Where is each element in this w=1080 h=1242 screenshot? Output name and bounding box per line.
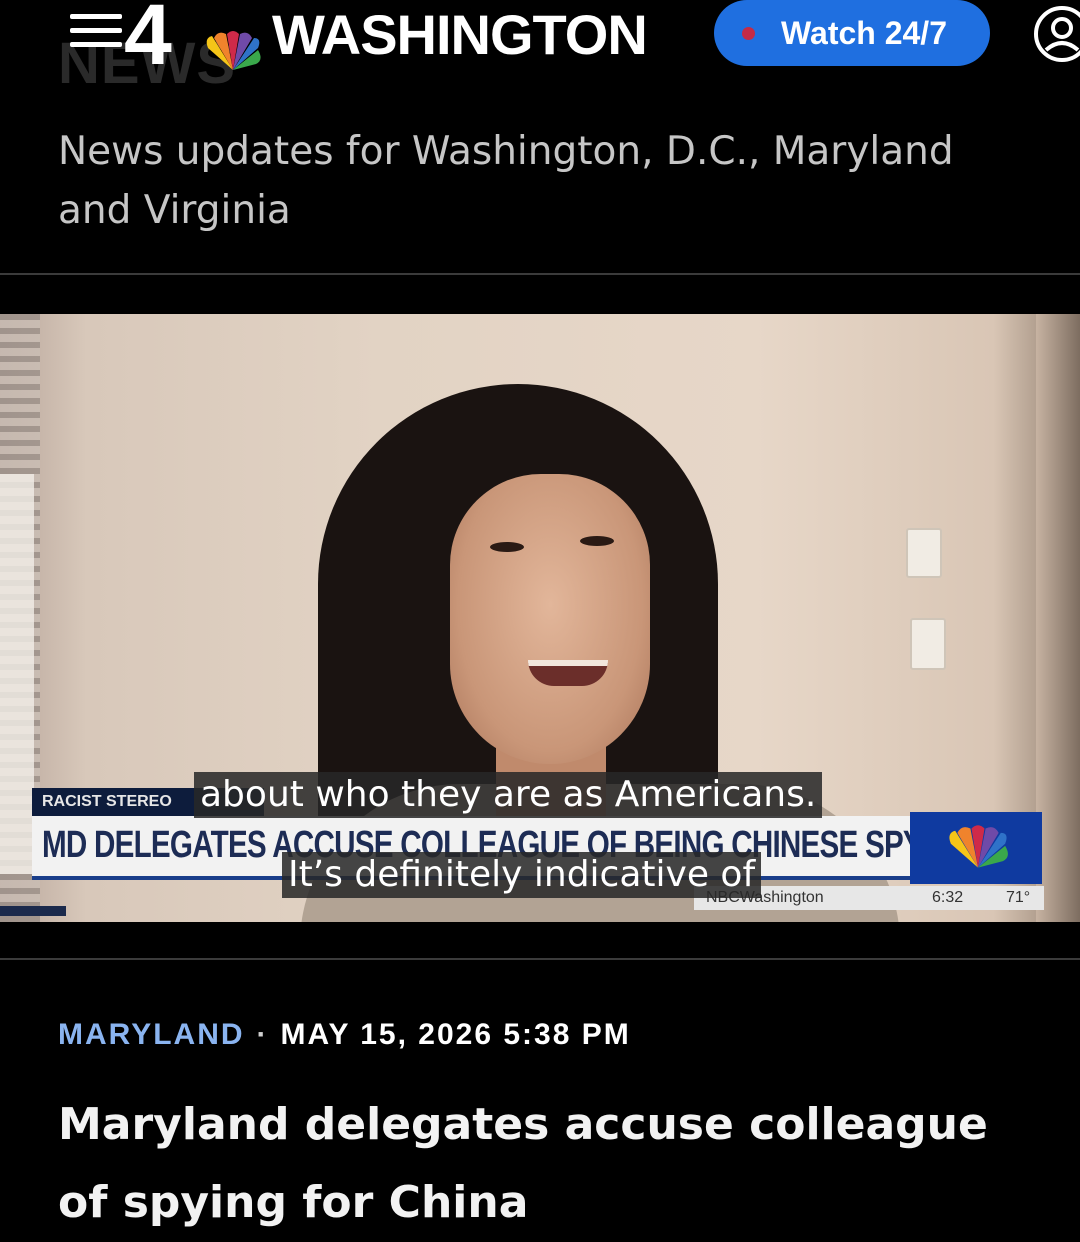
account-icon[interactable] bbox=[1032, 2, 1080, 66]
small-corner-tag bbox=[0, 906, 66, 916]
nbc-peacock-icon bbox=[949, 825, 1008, 868]
caption-line: It’s definitely indicative of bbox=[282, 852, 762, 898]
article-headline[interactable]: Maryland delegates accuse colleague of s… bbox=[58, 1086, 1038, 1242]
article-category-link[interactable]: MARYLAND bbox=[58, 1018, 245, 1051]
article-date: MAY 15, 2026 5:38 PM bbox=[280, 1018, 631, 1051]
caption-line: about who they are as Americans. bbox=[194, 772, 823, 818]
meta-separator: · bbox=[256, 1018, 269, 1051]
nbc-peacock-icon bbox=[206, 31, 261, 70]
brand-logo-number[interactable]: 4 bbox=[124, 0, 172, 78]
light-switch bbox=[906, 528, 942, 578]
live-dot-icon bbox=[742, 26, 755, 40]
speaker-eye bbox=[580, 536, 614, 546]
watch-live-button[interactable]: Watch 24/7 bbox=[714, 0, 990, 66]
hamburger-menu-icon[interactable] bbox=[70, 14, 122, 48]
site-header: NEWS 4 WASHINGTON Watch 24/7 bbox=[0, 0, 1080, 96]
speaker-face bbox=[450, 474, 650, 764]
divider bbox=[0, 958, 1080, 960]
site-tagline: News updates for Washington, D.C., Maryl… bbox=[58, 129, 954, 233]
watch-live-label: Watch 24/7 bbox=[781, 14, 947, 51]
doorframe bbox=[1036, 314, 1080, 922]
ticker-temp: 71° bbox=[1006, 889, 1031, 906]
window-light bbox=[0, 474, 34, 874]
divider bbox=[0, 273, 1080, 275]
light-switch bbox=[910, 618, 946, 670]
speaker-eye bbox=[490, 542, 524, 552]
article-meta: MARYLAND · MAY 15, 2026 5:38 PM bbox=[58, 1018, 631, 1052]
brand-logo-name[interactable]: WASHINGTON bbox=[272, 4, 648, 66]
ticker-time: 6:32 bbox=[932, 889, 964, 906]
video-player[interactable]: RACIST STEREO MD DELEGATES ACCUSE COLLEA… bbox=[0, 314, 1080, 922]
nbc-channel-bug bbox=[910, 812, 1042, 884]
